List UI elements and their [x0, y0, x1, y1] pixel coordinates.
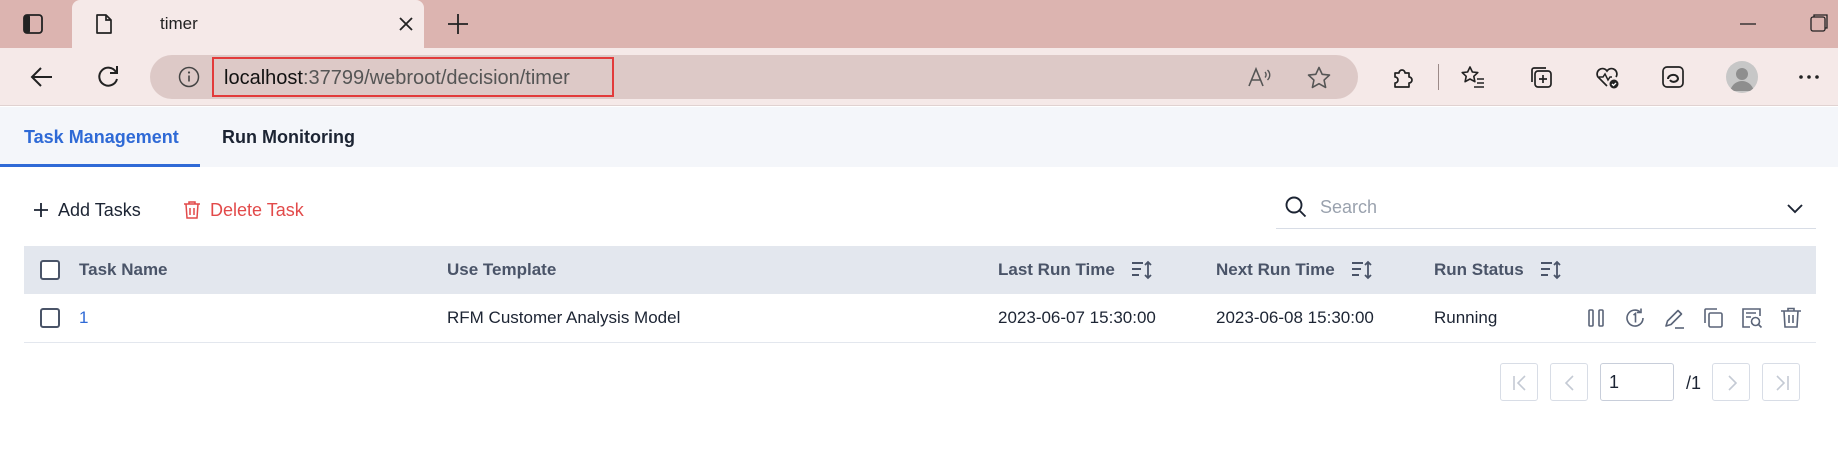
copy-icon[interactable] [1701, 306, 1725, 330]
chevron-right-icon [1728, 375, 1738, 391]
tab-actions-icon[interactable] [22, 13, 44, 35]
total-pages: /1 [1686, 373, 1702, 393]
row-run-status: Running [1434, 308, 1498, 327]
url-path: :37799/webroot/decision/timer [302, 67, 570, 89]
header-last-run-time: Last Run Time [998, 246, 1153, 294]
last-page-icon [1776, 375, 1789, 391]
header-last-run-time-label: Last Run Time [998, 260, 1115, 279]
select-all-cell [40, 246, 60, 294]
back-arrow-icon[interactable] [28, 63, 56, 91]
sort-icon[interactable] [1349, 258, 1373, 282]
row-task-name[interactable]: 1 [79, 294, 88, 342]
refresh-icon[interactable] [94, 63, 122, 91]
maximize-icon[interactable] [1806, 12, 1830, 36]
chevron-down-icon[interactable] [1784, 197, 1806, 219]
url-highlight-box: localhost:37799/webroot/decision/timer [212, 57, 614, 97]
sort-icon[interactable] [1538, 258, 1562, 282]
page-number-input[interactable] [1600, 363, 1674, 401]
delete-task-label: Delete Task [210, 199, 304, 220]
delete-icon[interactable] [1779, 306, 1803, 330]
row-last-run-time: 2023-06-07 15:30:00 [998, 308, 1156, 327]
url-text[interactable]: localhost:37799/webroot/decision/timer [224, 67, 570, 90]
trash-icon [184, 201, 200, 219]
browser-tab-timer[interactable]: timer [72, 0, 424, 48]
minimize-icon[interactable] [1736, 12, 1760, 36]
tab-run-monitoring[interactable]: Run Monitoring [222, 107, 382, 167]
favorite-star-icon[interactable] [1306, 65, 1332, 91]
search-box [1276, 185, 1816, 229]
header-use-template: Use Template [447, 260, 557, 279]
pause-icon[interactable] [1584, 306, 1608, 330]
toolbar-divider [1438, 64, 1439, 90]
tab-title: timer [160, 14, 198, 33]
run-once-icon[interactable] [1623, 306, 1647, 330]
extensions-icon[interactable] [1390, 64, 1416, 90]
collections-icon[interactable] [1528, 64, 1554, 90]
delete-task-button[interactable]: Delete Task [182, 195, 304, 225]
header-task-name: Task Name [79, 260, 168, 279]
page-content: Task Management Run Monitoring Add Tasks… [0, 107, 1838, 451]
page-tabs: Task Management Run Monitoring [0, 107, 1838, 167]
next-page-button[interactable] [1712, 363, 1750, 401]
edit-icon[interactable] [1662, 306, 1686, 330]
row-select-cell [40, 294, 60, 342]
add-tasks-label: Add Tasks [58, 199, 141, 220]
favorites-icon[interactable] [1460, 64, 1486, 90]
header-run-status: Run Status [1434, 246, 1562, 294]
address-bar[interactable]: localhost:37799/webroot/decision/timer [150, 55, 1358, 99]
page-icon [94, 13, 114, 35]
url-host: localhost [224, 67, 303, 89]
profile-avatar[interactable] [1726, 61, 1758, 93]
view-log-icon[interactable] [1740, 306, 1764, 330]
search-input[interactable] [1320, 193, 1760, 221]
tab-task-management[interactable]: Task Management [0, 107, 200, 167]
prev-page-button[interactable] [1550, 363, 1588, 401]
chevron-left-icon [1564, 375, 1574, 391]
table-header: Task Name Use Template Last Run Time Nex… [24, 246, 1816, 294]
new-tab-icon[interactable] [446, 12, 470, 36]
row-checkbox[interactable] [40, 308, 60, 328]
plus-icon [34, 203, 48, 217]
edge-copilot-icon[interactable] [1660, 64, 1686, 90]
info-icon[interactable] [178, 66, 200, 88]
search-icon [1284, 195, 1308, 219]
header-next-run-time: Next Run Time [1216, 246, 1373, 294]
add-tasks-button[interactable]: Add Tasks [32, 195, 141, 225]
last-page-button[interactable] [1762, 363, 1800, 401]
table-row[interactable]: 1 RFM Customer Analysis Model 2023-06-07… [24, 294, 1816, 343]
row-use-template: RFM Customer Analysis Model [447, 308, 681, 327]
first-page-icon [1513, 375, 1526, 391]
header-next-run-time-label: Next Run Time [1216, 260, 1335, 279]
header-run-status-label: Run Status [1434, 260, 1524, 279]
select-all-checkbox[interactable] [40, 260, 60, 280]
browser-titlebar: timer [0, 0, 1838, 48]
first-page-button[interactable] [1500, 363, 1538, 401]
sort-icon[interactable] [1129, 258, 1153, 282]
read-aloud-icon[interactable] [1246, 65, 1272, 91]
browser-toolbar: localhost:37799/webroot/decision/timer [0, 48, 1838, 106]
close-tab-icon[interactable] [396, 14, 416, 34]
row-next-run-time: 2023-06-08 15:30:00 [1216, 308, 1374, 327]
browser-essentials-icon[interactable] [1594, 64, 1620, 90]
more-options-icon[interactable] [1796, 64, 1822, 90]
